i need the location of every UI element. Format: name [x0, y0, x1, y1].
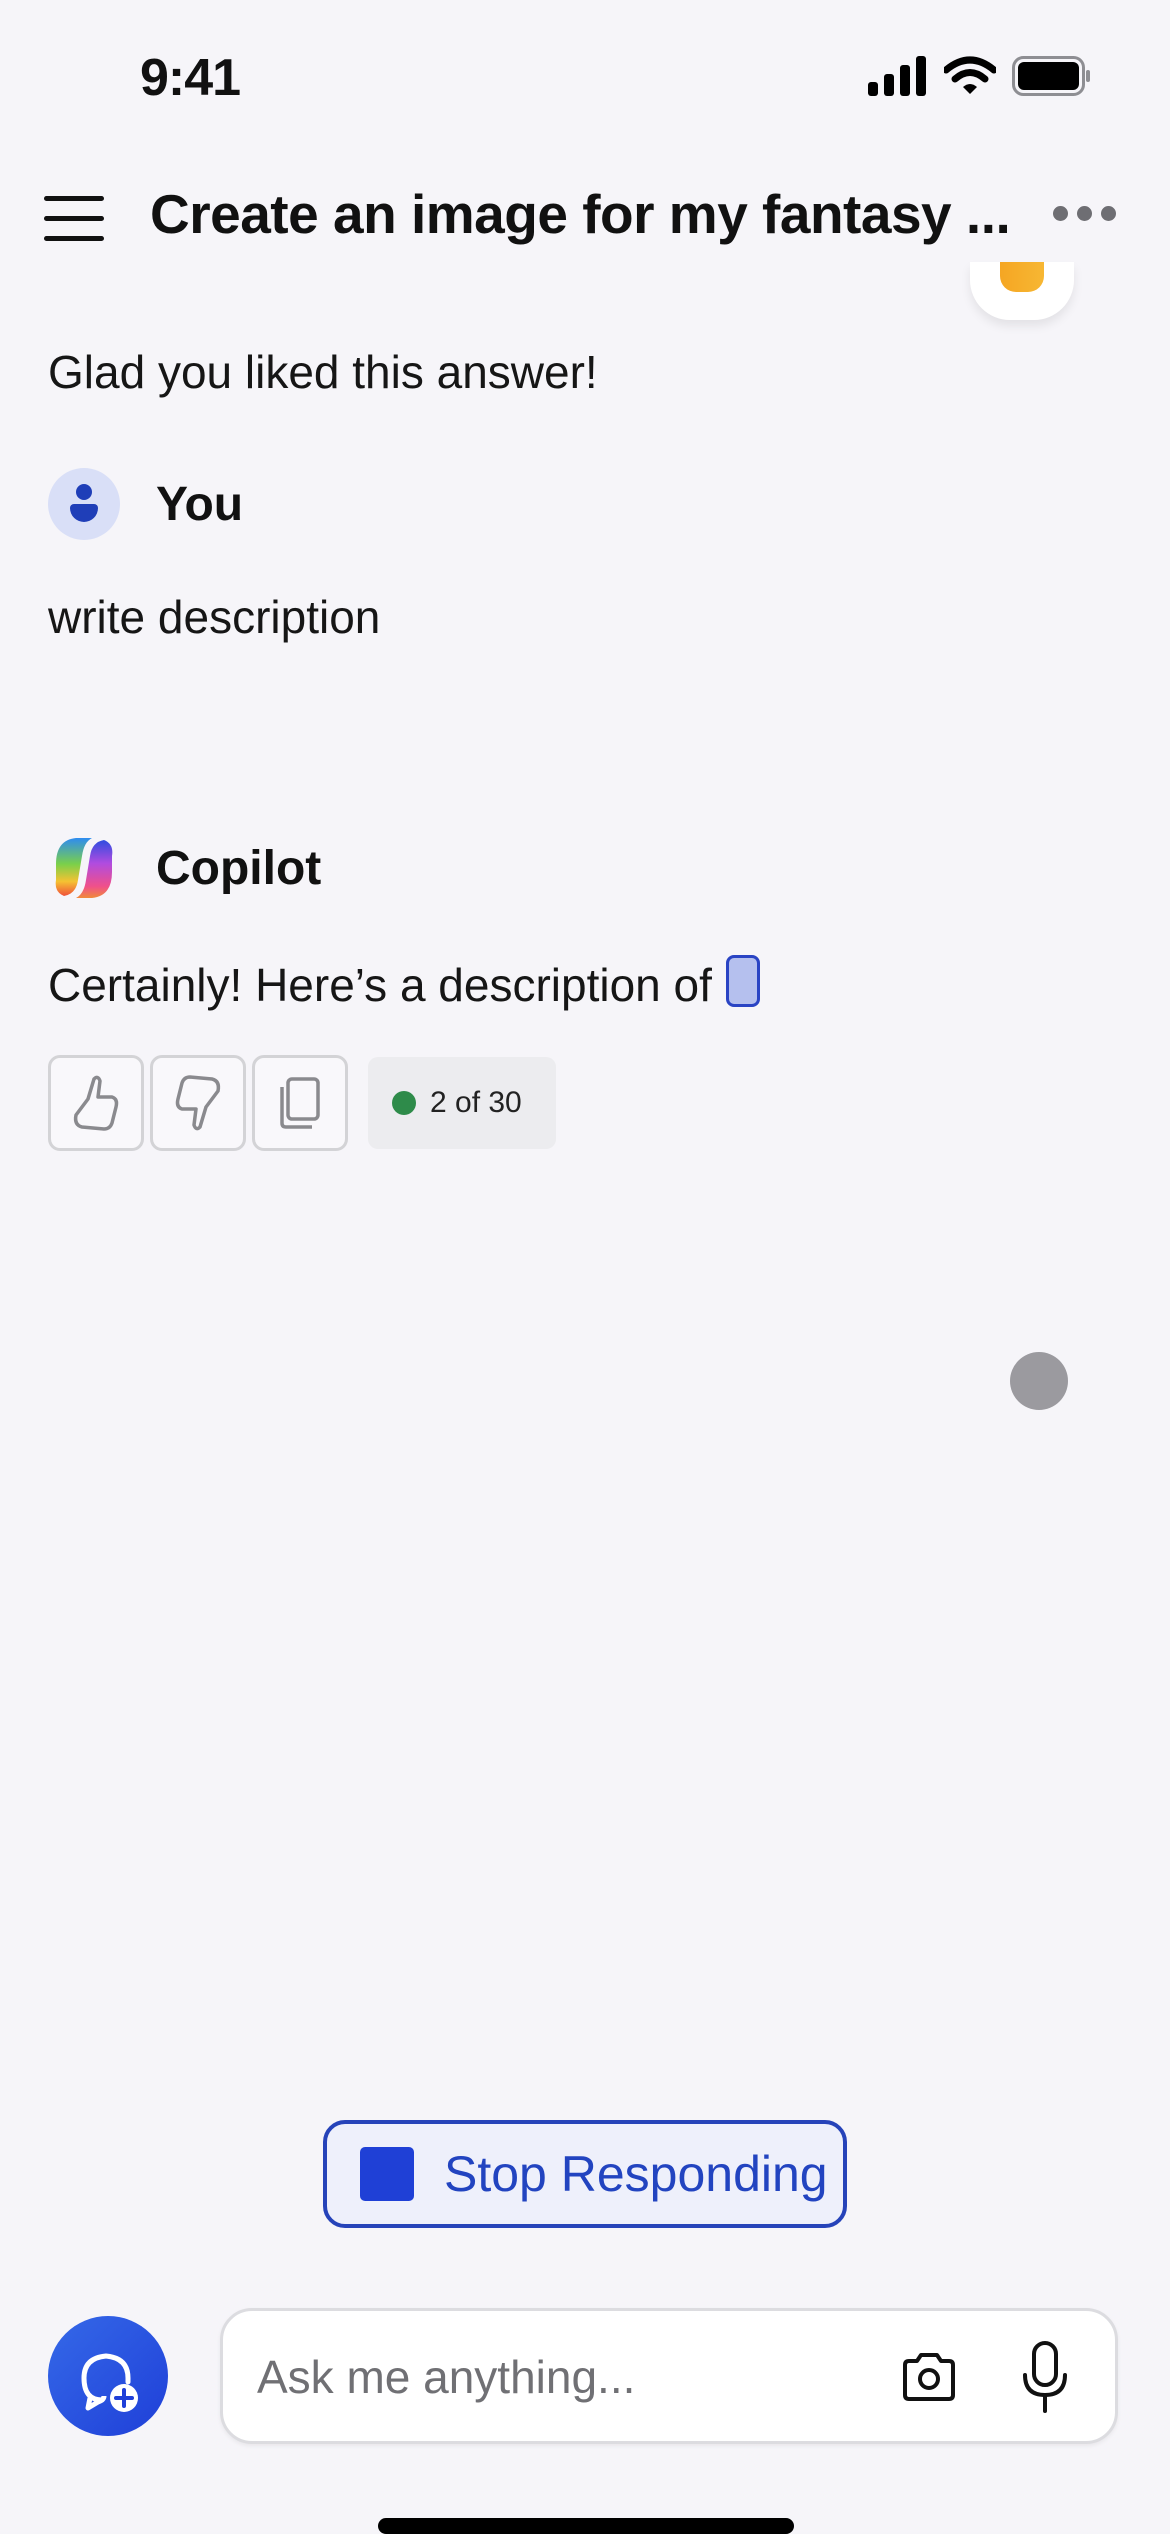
new-chat-icon	[81, 2353, 138, 2412]
message-composer	[220, 2308, 1118, 2444]
app-header: Create an image for my fantasy ...	[0, 170, 1170, 260]
status-bar: 9:41	[0, 0, 1170, 150]
thumbs-down-icon	[175, 1075, 221, 1131]
scroll-indicator[interactable]	[1010, 1352, 1068, 1410]
battery-icon	[1012, 56, 1090, 96]
status-time: 9:41	[140, 49, 241, 107]
more-options-icon[interactable]	[1053, 206, 1116, 221]
user-message: write description	[48, 591, 381, 643]
status-dot	[392, 1091, 416, 1115]
like-button[interactable]	[48, 1055, 144, 1151]
wifi-icon	[944, 56, 996, 94]
microphone-icon	[1023, 2341, 1067, 2413]
stop-responding-button[interactable]: Stop Responding	[323, 2120, 847, 2228]
counter-text: 2 of 30	[430, 1086, 522, 1119]
conversation-title: Create an image for my fantasy ...	[150, 183, 1011, 245]
copy-button[interactable]	[252, 1055, 348, 1151]
emoji-reaction-icon[interactable]	[970, 262, 1074, 320]
copilot-message-text: Certainly! Here’s a description of	[48, 959, 712, 1011]
stop-icon	[360, 2147, 414, 2201]
hamburger-icon[interactable]	[44, 192, 106, 242]
copy-icon	[280, 1077, 320, 1129]
sender-name: Copilot	[156, 841, 322, 895]
camera-icon	[903, 2353, 955, 2401]
copilot-logo-icon	[55, 838, 113, 898]
copilot-message: Certainly! Here’s a description of	[48, 955, 760, 1012]
stop-responding-label: Stop Responding	[444, 2146, 828, 2202]
sender-name: You	[156, 477, 244, 531]
response-counter: 2 of 30	[368, 1057, 556, 1149]
dislike-button[interactable]	[150, 1055, 246, 1151]
status-icons	[868, 56, 1092, 96]
assistant-message: Glad you liked this answer!	[48, 346, 598, 398]
user-sender: You	[48, 468, 243, 540]
message-actions: 2 of 30	[48, 1055, 556, 1151]
streaming-cursor	[725, 955, 760, 1007]
camera-button[interactable]	[899, 2347, 959, 2407]
microphone-button[interactable]	[1017, 2339, 1073, 2415]
thumbs-up-icon	[73, 1075, 119, 1131]
user-avatar-icon	[48, 468, 120, 540]
copilot-sender: Copilot	[48, 832, 321, 904]
message-input[interactable]	[257, 2341, 857, 2413]
new-chat-button[interactable]	[48, 2316, 168, 2436]
cellular-signal-icon	[868, 56, 926, 96]
